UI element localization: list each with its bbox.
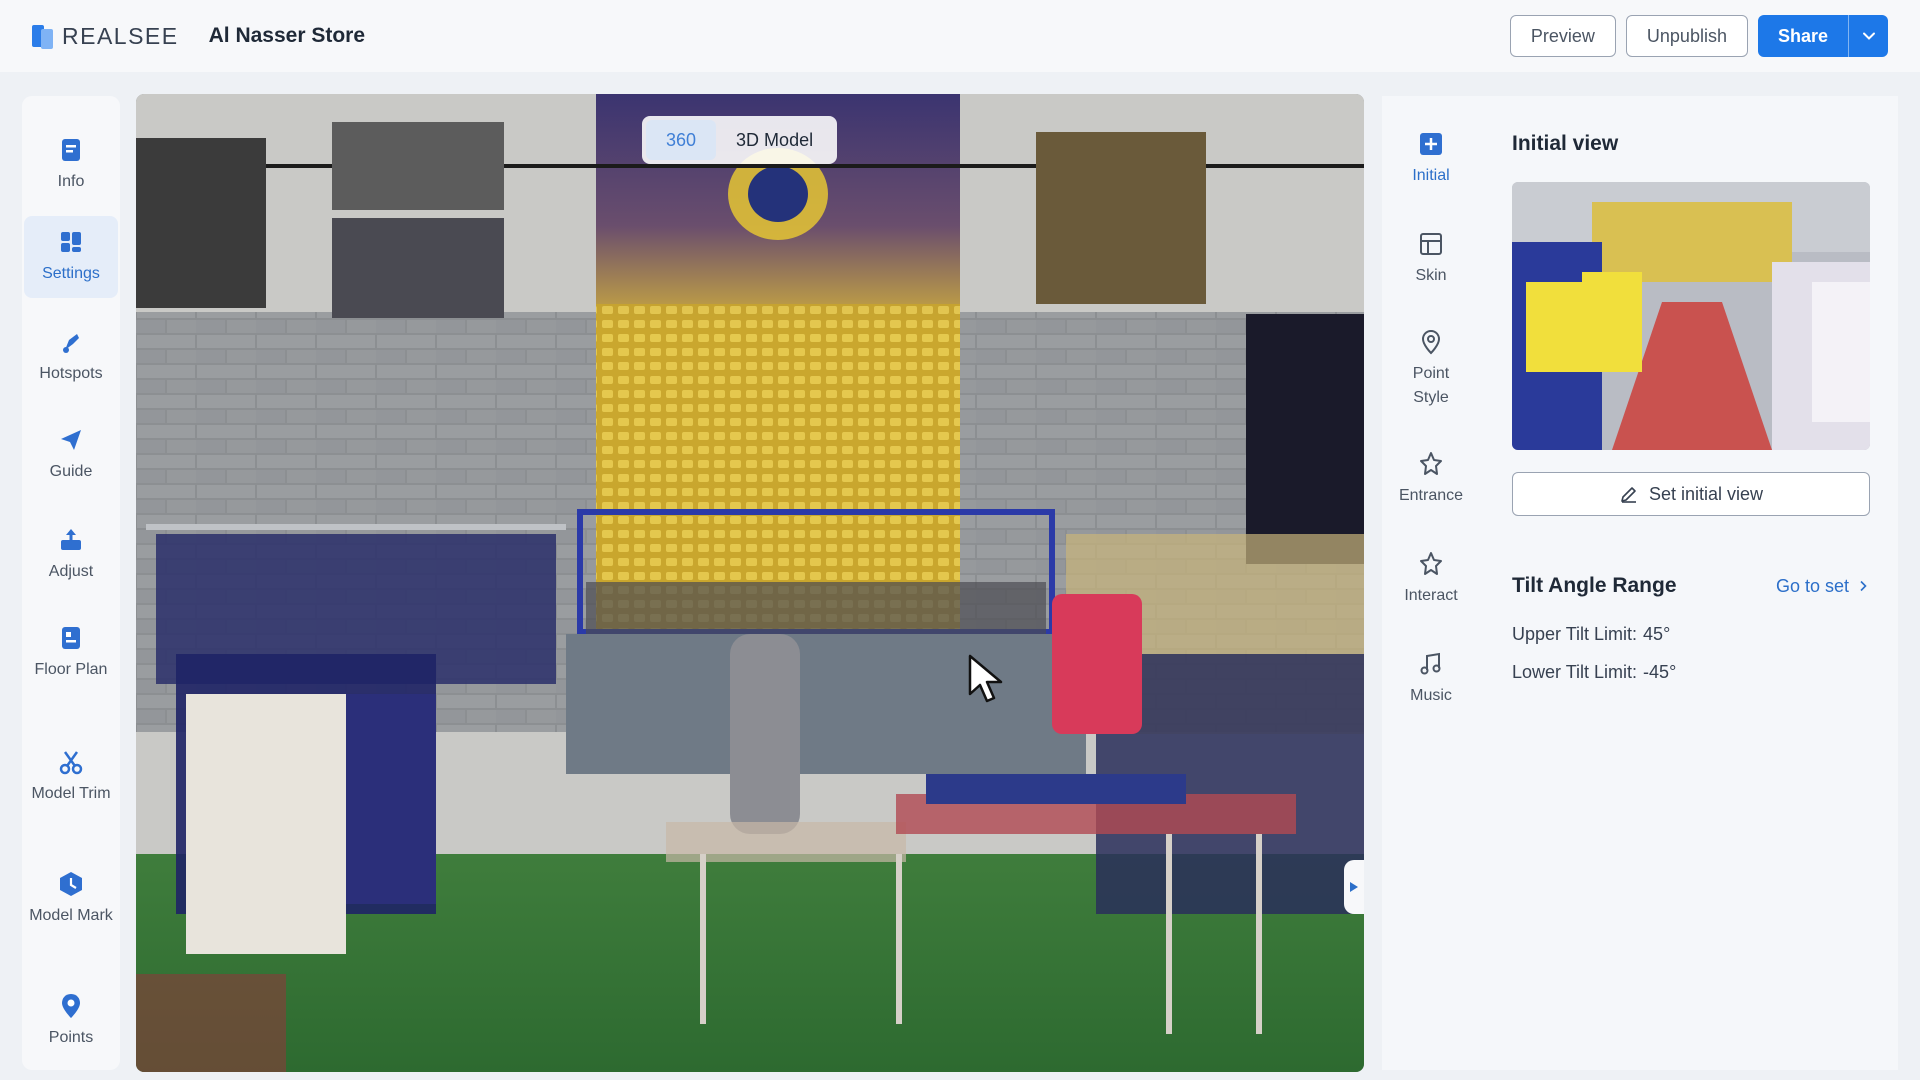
edit-icon — [1621, 487, 1636, 503]
initial-view-image — [1512, 182, 1870, 450]
sidebar-item-label: Guide — [49, 463, 93, 480]
initial-view-thumbnail — [1512, 182, 1870, 450]
share-dropdown-button[interactable] — [1848, 15, 1888, 57]
rail-item-initial[interactable]: Initial — [1382, 130, 1480, 188]
rail-item-label: Entrance — [1398, 487, 1464, 504]
sidebar-item-floor-plan[interactable]: Floor Plan — [24, 612, 118, 712]
initial-view-panel: Initial view Set initial view Tilt Angle… — [1480, 96, 1898, 1070]
points-icon — [62, 994, 80, 1018]
upper-tilt-value: 45° — [1643, 624, 1671, 644]
sidebar-item-label: Settings — [42, 265, 100, 282]
skin-icon — [1420, 233, 1442, 255]
sidebar-item-label: Info — [57, 173, 85, 190]
tilt-angle-title: Tilt Angle Range — [1512, 574, 1677, 597]
guide-icon — [61, 430, 81, 450]
top-bar: REALSEE Al Nasser Store Preview Unpublis… — [0, 0, 1920, 72]
initial-icon — [1420, 133, 1442, 155]
preview-button[interactable]: Preview — [1509, 15, 1616, 57]
lower-tilt-label: Lower Tilt Limit: — [1512, 662, 1638, 682]
settings-tool-rail: Initial Skin Point Style Entrance Intera… — [1382, 96, 1480, 1070]
go-to-set-label: Go to set — [1775, 576, 1849, 596]
rail-item-entrance[interactable]: Entrance — [1382, 450, 1480, 508]
unpublish-button[interactable]: Unpublish — [1625, 15, 1748, 57]
sidebar-item-label: Adjust — [48, 563, 94, 580]
sidebar-item-label: Model Mark — [29, 907, 113, 924]
share-button-group: Share — [1757, 15, 1888, 57]
view-mode-3d-model[interactable]: 3D Model — [716, 120, 833, 160]
info-icon — [62, 139, 80, 161]
model-trim-icon — [59, 751, 83, 775]
rail-item-point-style[interactable]: Point Style — [1382, 328, 1480, 410]
sidebar-item-label: Floor Plan — [34, 661, 108, 678]
entrance-icon — [1420, 452, 1442, 475]
floor-plan-icon — [62, 627, 80, 649]
rail-item-music[interactable]: Music — [1382, 650, 1480, 708]
rail-item-label: Music — [1410, 687, 1452, 704]
play-icon — [1350, 882, 1358, 892]
sidebar-item-adjust[interactable]: Adjust — [24, 514, 118, 594]
music-icon — [1420, 652, 1441, 675]
realsee-logo[interactable]: REALSEE — [32, 23, 179, 50]
sidebar-item-label: Model Trim — [31, 785, 111, 802]
left-sidebar: Info Settings Hotspots Guide Adjust Floo… — [22, 96, 120, 1070]
sidebar-item-points[interactable]: Points — [24, 980, 118, 1060]
hotspots-icon — [63, 334, 79, 353]
lower-tilt-row: Lower Tilt Limit: -45° — [1512, 662, 1676, 683]
adjust-icon — [61, 529, 81, 550]
sidebar-item-model-mark[interactable]: Model Mark — [24, 858, 118, 958]
rail-item-interact[interactable]: Interact — [1382, 550, 1480, 608]
sidebar-item-settings[interactable]: Settings — [24, 216, 118, 298]
upper-tilt-label: Upper Tilt Limit: — [1512, 624, 1638, 644]
sidebar-item-guide[interactable]: Guide — [24, 414, 118, 494]
rail-item-label: Interact — [1404, 587, 1458, 604]
store-panorama-image — [136, 94, 1364, 1072]
point-style-icon — [1421, 329, 1441, 355]
logo-text: REALSEE — [62, 22, 179, 49]
rail-item-label: Initial — [1412, 167, 1450, 184]
chevron-right-icon — [1860, 580, 1867, 592]
settings-icon — [61, 232, 81, 252]
view-mode-360[interactable]: 360 — [646, 120, 717, 160]
rail-item-label: Skin — [1415, 267, 1447, 284]
sidebar-item-label: Hotspots — [39, 365, 103, 382]
sidebar-item-model-trim[interactable]: Model Trim — [24, 736, 118, 836]
expand-panel-tab[interactable] — [1344, 860, 1364, 914]
mouse-cursor-icon — [968, 654, 1003, 703]
set-initial-view-label: Set initial view — [1648, 483, 1764, 504]
page-title: Al Nasser Store — [208, 24, 366, 47]
chevron-down-icon — [1862, 32, 1875, 40]
rail-item-skin[interactable]: Skin — [1382, 230, 1480, 288]
upper-tilt-row: Upper Tilt Limit: 45° — [1512, 624, 1670, 645]
initial-view-title: Initial view — [1512, 132, 1619, 155]
interact-icon — [1420, 552, 1442, 575]
rail-item-label: Point Style — [1412, 365, 1450, 406]
sidebar-item-hotspots[interactable]: Hotspots — [24, 316, 118, 396]
lower-tilt-value: -45° — [1643, 662, 1677, 682]
go-to-set-link[interactable]: Go to set — [1776, 576, 1868, 597]
logo-mark-icon — [32, 23, 54, 49]
set-initial-view-button[interactable]: Set initial view — [1512, 472, 1870, 516]
sidebar-item-label: Points — [48, 1029, 94, 1046]
share-button[interactable]: Share — [1757, 15, 1848, 57]
header-actions: Preview Unpublish Share — [1509, 15, 1888, 57]
model-mark-icon — [60, 872, 82, 896]
panorama-viewer[interactable]: 360 3D Model — [136, 94, 1364, 1072]
sidebar-item-info[interactable]: Info — [24, 124, 118, 210]
view-mode-toggle: 360 3D Model — [642, 116, 838, 164]
